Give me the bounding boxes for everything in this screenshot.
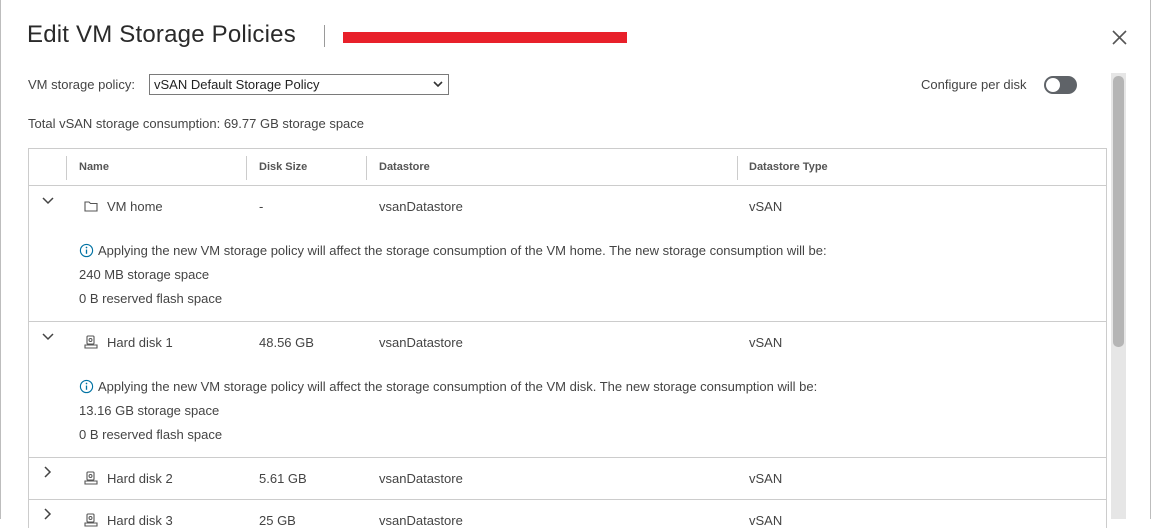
- column-divider[interactable]: [737, 156, 738, 180]
- table-row: Hard disk 2 5.61 GB vsanDatastore vSAN: [29, 458, 1106, 500]
- row-datastore: vsanDatastore: [379, 513, 463, 528]
- hard-disk-icon: [84, 471, 98, 485]
- redaction-mark: [343, 32, 627, 43]
- folder-icon: [84, 201, 98, 212]
- chevron-down-icon[interactable]: [41, 330, 55, 344]
- column-divider[interactable]: [246, 156, 247, 180]
- info-text: Applying the new VM storage policy will …: [98, 379, 818, 394]
- column-header-name[interactable]: Name: [79, 161, 109, 173]
- row-disk-size: -: [259, 199, 264, 214]
- row-name: VM home: [107, 199, 163, 214]
- flash-space-value: 0 B reserved flash space: [79, 427, 223, 442]
- toggle-knob: [1046, 78, 1060, 92]
- row-datastore-type: vSAN: [749, 513, 783, 528]
- configure-per-disk-toggle[interactable]: [1044, 76, 1077, 94]
- column-divider[interactable]: [366, 156, 367, 180]
- row-datastore-type: vSAN: [749, 471, 783, 486]
- close-icon: [1112, 30, 1127, 45]
- scrollbar-thumb[interactable]: [1113, 76, 1124, 347]
- column-divider: [66, 156, 67, 180]
- column-header-disk-size[interactable]: Disk Size: [259, 161, 307, 173]
- storage-policy-value: vSAN Default Storage Policy: [154, 77, 320, 92]
- row-datastore-type: vSAN: [749, 199, 783, 214]
- hard-disk-icon: [84, 513, 98, 527]
- close-button[interactable]: [1109, 27, 1131, 49]
- table-row: Hard disk 1 48.56 GB vsanDatastore vSAN …: [29, 322, 1106, 458]
- chevron-right-icon[interactable]: [41, 465, 55, 479]
- disks-table: Name Disk Size Datastore Datastore Type …: [28, 148, 1107, 528]
- storage-space-value: 240 MB storage space: [79, 267, 210, 282]
- info-text: Applying the new VM storage policy will …: [98, 243, 827, 258]
- row-datastore: vsanDatastore: [379, 199, 463, 214]
- table-row: VM home - vsanDatastore vSAN Applying th…: [29, 186, 1106, 322]
- row-name: Hard disk 1: [107, 335, 173, 350]
- column-header-datastore[interactable]: Datastore: [379, 161, 430, 173]
- row-datastore: vsanDatastore: [379, 471, 463, 486]
- chevron-down-icon[interactable]: [41, 194, 55, 208]
- info-icon: [79, 243, 94, 258]
- row-name: Hard disk 3: [107, 513, 173, 528]
- flash-space-value: 0 B reserved flash space: [79, 291, 223, 306]
- row-disk-size: 5.61 GB: [259, 471, 307, 486]
- column-header-datastore-type[interactable]: Datastore Type: [749, 161, 828, 173]
- row-datastore-type: vSAN: [749, 335, 783, 350]
- total-consumption: Total vSAN storage consumption: 69.77 GB…: [28, 116, 365, 131]
- title-divider: [324, 25, 325, 47]
- row-name: Hard disk 2: [107, 471, 173, 486]
- chevron-down-icon: [433, 81, 443, 88]
- storage-space-value: 13.16 GB storage space: [79, 403, 220, 418]
- table-row: Hard disk 3 25 GB vsanDatastore vSAN: [29, 500, 1106, 528]
- table-header: Name Disk Size Datastore Datastore Type: [29, 149, 1106, 186]
- row-datastore: vsanDatastore: [379, 335, 463, 350]
- configure-per-disk-label: Configure per disk: [921, 77, 1027, 92]
- storage-policy-label: VM storage policy:: [28, 77, 135, 92]
- info-icon: [79, 379, 94, 394]
- hard-disk-icon: [84, 335, 98, 349]
- dialog-title: Edit VM Storage Policies: [27, 21, 296, 48]
- row-info-message: Applying the new VM storage policy will …: [79, 379, 817, 394]
- row-info-message: Applying the new VM storage policy will …: [79, 243, 827, 258]
- row-disk-size: 48.56 GB: [259, 335, 314, 350]
- storage-policy-select[interactable]: vSAN Default Storage Policy: [149, 74, 449, 95]
- row-disk-size: 25 GB: [259, 513, 296, 528]
- edit-storage-policies-dialog: Edit VM Storage Policies VM storage poli…: [0, 0, 1151, 528]
